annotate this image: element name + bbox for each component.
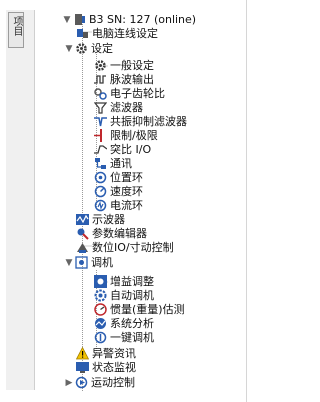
side-tab-label: 项目 — [11, 16, 22, 36]
tree-item-one-key-tuning[interactable]: 一键调机 — [94, 330, 154, 345]
collapse-icon[interactable]: ▼ — [64, 257, 74, 269]
tree-item-label: 共振抑制滤波器 — [110, 115, 187, 128]
tree-item-label: 自动调机 — [110, 289, 154, 302]
one-key-icon — [94, 331, 107, 344]
auto-tuning-icon — [94, 289, 107, 302]
tree-item-limit[interactable]: 限制/极限 — [94, 128, 158, 143]
notch-filter-icon — [94, 115, 107, 128]
tree-item-label: 一般设定 — [110, 59, 154, 72]
tree-item-label: 示波器 — [92, 213, 125, 226]
tree-item-settings[interactable]: ▼ 设定 — [64, 41, 113, 56]
tree-item-motion-control[interactable]: ▶ 运动控制 — [64, 375, 135, 390]
gain-icon — [94, 275, 107, 288]
tree-item-label: B3 SN: 127 (online) — [89, 13, 197, 26]
panel-border — [246, 0, 247, 402]
network-icon — [94, 157, 107, 170]
tree-item-label: 滤波器 — [110, 101, 143, 114]
oscilloscope-icon — [76, 213, 89, 226]
tree-item-ratio-io[interactable]: 突比 I/O — [94, 142, 151, 157]
tree-item-label: 调机 — [91, 256, 113, 269]
tree-item-gain-tuning[interactable]: 增益调整 — [94, 274, 154, 289]
gear-icon — [94, 59, 107, 72]
tree-item-filter[interactable]: 滤波器 — [94, 100, 143, 115]
signal-curve-icon — [94, 143, 107, 156]
tree-panel: ▼ B3 SN: 127 (online) 电脑连线设定 ▼ 设定 一般设定 脉… — [36, 0, 244, 402]
funnel-icon — [94, 101, 107, 114]
collapse-icon[interactable]: ▼ — [64, 43, 74, 55]
tree-item-param-editor[interactable]: 参数编辑器 — [76, 226, 147, 241]
connection-icon — [76, 27, 89, 40]
gear-ratio-icon — [94, 87, 107, 100]
speed-loop-icon — [94, 185, 107, 198]
tree-item-label: 限制/极限 — [110, 129, 158, 142]
tree-item-e-gear[interactable]: 电子齿轮比 — [94, 86, 165, 101]
tree-item-tuning[interactable]: ▼ 调机 — [64, 255, 113, 270]
tree-item-label: 设定 — [91, 42, 113, 55]
tree-item-label: 突比 I/O — [110, 143, 152, 156]
tree-item-system-analysis[interactable]: 系统分析 — [94, 316, 154, 331]
tree-item-alarm[interactable]: 异警资讯 — [76, 346, 136, 361]
tree-item-auto-tuning[interactable]: 自动调机 — [94, 288, 154, 303]
limit-icon — [94, 129, 107, 142]
tree-item-label: 异警资讯 — [92, 347, 136, 360]
gauge-icon — [94, 303, 107, 316]
tree-item-digital-io[interactable]: 数位IO/寸动控制 — [76, 240, 174, 255]
position-loop-icon — [94, 171, 107, 184]
digital-io-icon — [76, 241, 89, 254]
device-tree-window: 项目 ▼ B3 SN: 127 (online) 电脑连线设定 ▼ 设定 一般设… — [0, 0, 256, 402]
gear-icon — [75, 42, 88, 55]
tree-item-label: 位置环 — [110, 171, 143, 184]
tuning-icon — [75, 256, 88, 269]
tree-item-current-loop[interactable]: 电流环 — [94, 198, 143, 213]
side-panel-strip — [6, 10, 35, 390]
servo-drive-icon — [73, 13, 86, 26]
tree-item-label: 电脑连线设定 — [92, 27, 158, 40]
tree-item-label: 一键调机 — [110, 331, 154, 344]
tree-item-label: 数位IO/寸动控制 — [92, 241, 174, 254]
tree-item-label: 惯量(重量)估测 — [110, 303, 185, 316]
tree-item-label: 系统分析 — [110, 317, 154, 330]
collapse-icon[interactable]: ▼ — [62, 14, 72, 26]
tree-item-label: 参数编辑器 — [92, 227, 147, 240]
tree-item-oscilloscope[interactable]: 示波器 — [76, 212, 125, 227]
tree-item-resonance-filter[interactable]: 共振抑制滤波器 — [94, 114, 187, 129]
tree-item-pulse-output[interactable]: 脉波输出 — [94, 72, 154, 87]
tree-item-label: 运动控制 — [91, 376, 135, 389]
tree-item-general[interactable]: 一般设定 — [94, 58, 154, 73]
tree-item-label: 速度环 — [110, 185, 143, 198]
analysis-icon — [94, 317, 107, 330]
monitor-icon — [76, 361, 89, 374]
tree-item-connection-settings[interactable]: 电脑连线设定 — [76, 26, 158, 41]
tree-item-status-monitor[interactable]: 状态监视 — [76, 360, 136, 375]
tree-item-device[interactable]: ▼ B3 SN: 127 (online) — [62, 12, 197, 27]
tree-item-label: 电子齿轮比 — [110, 87, 165, 100]
tree-item-label: 增益调整 — [110, 275, 154, 288]
pulse-wave-icon — [94, 73, 107, 86]
tree-item-label: 电流环 — [110, 199, 143, 212]
warning-icon — [76, 347, 89, 360]
tree-item-label: 通讯 — [110, 157, 132, 170]
tree-item-label: 脉波输出 — [110, 73, 154, 86]
tree-item-position-loop[interactable]: 位置环 — [94, 170, 143, 185]
expand-icon[interactable]: ▶ — [64, 377, 74, 389]
tree-item-speed-loop[interactable]: 速度环 — [94, 184, 143, 199]
tree-item-label: 状态监视 — [92, 361, 136, 374]
tree-item-inertia-estimation[interactable]: 惯量(重量)估测 — [94, 302, 185, 317]
tree-item-comm[interactable]: 通讯 — [94, 156, 132, 171]
param-editor-icon — [76, 227, 89, 240]
motion-control-icon — [75, 376, 88, 389]
current-loop-icon — [94, 199, 107, 212]
side-tab[interactable]: 项目 — [8, 12, 24, 48]
